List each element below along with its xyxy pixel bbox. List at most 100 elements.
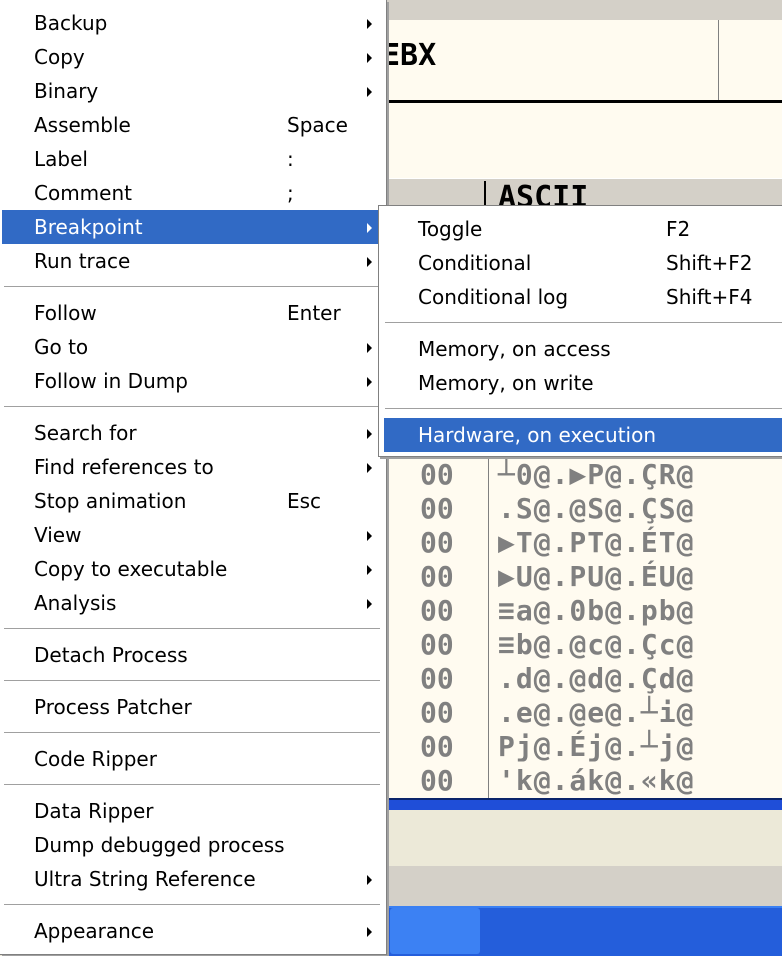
menu-separator <box>4 732 380 734</box>
submenu-arrow-icon <box>367 19 372 29</box>
menu-item-dump-debugged-process[interactable]: Dump debugged process <box>2 828 384 862</box>
pane-header <box>380 0 782 21</box>
menu-item-find-references[interactable]: Find references to <box>2 450 384 484</box>
menu-item-label: Comment <box>34 181 132 205</box>
menu-item-analysis[interactable]: Analysis <box>2 586 384 620</box>
dump-header: ASCII <box>380 178 782 213</box>
menu-item-label: Go to <box>34 335 89 359</box>
registers-pane: EBX <box>380 20 782 103</box>
menu-item-label: Detach Process <box>34 643 188 667</box>
dump-row[interactable]: 00 .S@.@S@.ÇS@ <box>380 492 782 526</box>
menu-separator <box>385 322 782 324</box>
submenu-arrow-icon <box>367 223 372 233</box>
submenu-item-toggle[interactable]: Toggle F2 <box>384 212 782 246</box>
menu-item-shortcut: F2 <box>666 217 691 241</box>
context-menu: Backup Copy Binary Assemble Space Label: … <box>0 0 387 955</box>
dump-row[interactable]: 00 Pj@.Éj@.┴j@ <box>380 730 782 764</box>
menu-item-assemble[interactable]: Assemble Space <box>2 108 384 142</box>
menu-item-binary[interactable]: Binary <box>2 74 384 108</box>
status-bar <box>380 866 782 906</box>
submenu-item-conditional-log[interactable]: Conditional log Shift+F4 <box>384 280 782 314</box>
menu-item-ultra-string-reference[interactable]: Ultra String Reference <box>2 862 384 896</box>
menu-item-view[interactable]: View <box>2 518 384 552</box>
dump-hex: 00 <box>420 662 454 695</box>
submenu-arrow-icon <box>367 53 372 63</box>
menu-item-label: Dump debugged process <box>34 833 285 857</box>
dump-ascii: Pj@.Éj@.┴j@ <box>498 730 695 763</box>
menu-item-label: Binary <box>34 79 99 103</box>
dump-row[interactable]: 00 .d@.@d@.Çd@ <box>380 662 782 696</box>
menu-item-label: Search for <box>34 421 137 445</box>
submenu-item-memory-on-access[interactable]: Memory, on access <box>384 332 782 366</box>
pane-splitter[interactable] <box>380 798 782 810</box>
dump-ascii: ┴0@.▶P@.ÇR@ <box>498 458 695 491</box>
menu-item-label: Copy <box>34 45 85 69</box>
dump-row[interactable]: 00 'k@.ák@.«k@ <box>380 764 782 798</box>
menu-item-label: Breakpoint <box>34 215 143 239</box>
menu-item-copy-to-executable[interactable]: Copy to executable <box>2 552 384 586</box>
menu-item-label: Conditional <box>418 251 532 275</box>
submenu-arrow-icon <box>367 87 372 97</box>
info-pane <box>380 103 782 178</box>
menu-separator <box>4 680 380 682</box>
dump-row[interactable]: 00 ▶T@.PT@.ÉT@ <box>380 526 782 560</box>
menu-item-copy[interactable]: Copy <box>2 40 384 74</box>
menu-item-shortcut: Enter <box>287 301 341 325</box>
menu-item-data-ripper[interactable]: Data Ripper <box>2 794 384 828</box>
submenu-item-memory-on-write[interactable]: Memory, on write <box>384 366 782 400</box>
menu-item-label: Follow in Dump <box>34 369 188 393</box>
menu-item-label: Stop animation <box>34 489 187 513</box>
submenu-arrow-icon <box>367 531 372 541</box>
menu-item-follow[interactable]: Follow Enter <box>2 296 384 330</box>
submenu-arrow-icon <box>367 927 372 937</box>
menu-item-shortcut: Shift+F4 <box>666 285 753 309</box>
menu-item-label: Toggle <box>418 217 483 241</box>
menu-item-label: Conditional log <box>418 285 569 309</box>
menu-item-label: Find references to <box>34 455 214 479</box>
dump-ascii: 'k@.ák@.«k@ <box>498 764 695 797</box>
menu-item-appearance[interactable]: Appearance <box>2 914 384 948</box>
menu-item-label: View <box>34 523 82 547</box>
dump-row[interactable]: 00 ┴0@.▶P@.ÇR@ <box>380 458 782 492</box>
menu-item-stop-animation[interactable]: Stop animation Esc <box>2 484 384 518</box>
taskbar-button[interactable] <box>390 908 480 954</box>
menu-item-process-patcher[interactable]: Process Patcher <box>2 690 384 724</box>
dump-hex: 00 <box>420 458 454 491</box>
command-bar[interactable] <box>380 810 782 867</box>
menu-item-label: Assemble <box>34 113 131 137</box>
submenu-item-conditional[interactable]: Conditional Shift+F2 <box>384 246 782 280</box>
menu-item-shortcut: Space <box>287 113 348 137</box>
dump-row[interactable]: 00 .e@.@e@.┴i@ <box>380 696 782 730</box>
menu-item-shortcut: Shift+F2 <box>666 251 753 275</box>
menu-item-label-cmd[interactable]: Label: <box>2 142 384 176</box>
menu-item-detach-process[interactable]: Detach Process <box>2 638 384 672</box>
menu-item-label: Memory, on access <box>418 337 611 361</box>
dump-ascii: .S@.@S@.ÇS@ <box>498 492 695 525</box>
submenu-item-hardware-on-execution[interactable]: Hardware, on execution <box>384 418 782 452</box>
menu-item-breakpoint[interactable]: Breakpoint <box>2 210 384 244</box>
menu-item-label: Follow <box>34 301 97 325</box>
menu-separator <box>4 406 380 408</box>
menu-item-comment[interactable]: Comment; <box>2 176 384 210</box>
menu-item-code-ripper[interactable]: Code Ripper <box>2 742 384 776</box>
dump-hex: 00 <box>420 696 454 729</box>
menu-separator <box>385 408 782 410</box>
menu-item-go-to[interactable]: Go to <box>2 330 384 364</box>
menu-item-backup[interactable]: Backup <box>2 6 384 40</box>
menu-item-label: Hardware, on execution <box>418 423 657 447</box>
dump-ascii: ≡b@.@c@.Çc@ <box>498 628 695 661</box>
menu-item-search-for[interactable]: Search for <box>2 416 384 450</box>
dump-hex: 00 <box>420 730 454 763</box>
menu-item-label: Copy to executable <box>34 557 228 581</box>
menu-item-run-trace[interactable]: Run trace <box>2 244 384 278</box>
submenu-arrow-icon <box>367 565 372 575</box>
dump-row[interactable]: 00 ≡b@.@c@.Çc@ <box>380 628 782 662</box>
submenu-arrow-icon <box>367 343 372 353</box>
dump-hex: 00 <box>420 764 454 797</box>
dump-row[interactable]: 00 ▶U@.PU@.ÉU@ <box>380 560 782 594</box>
submenu-arrow-icon <box>367 377 372 387</box>
menu-item-follow-in-dump[interactable]: Follow in Dump <box>2 364 384 398</box>
menu-item-label: Process Patcher <box>34 695 192 719</box>
dump-row[interactable]: 00 ≡a@.0b@.pb@ <box>380 594 782 628</box>
dump-ascii: ▶T@.PT@.ÉT@ <box>498 526 695 559</box>
